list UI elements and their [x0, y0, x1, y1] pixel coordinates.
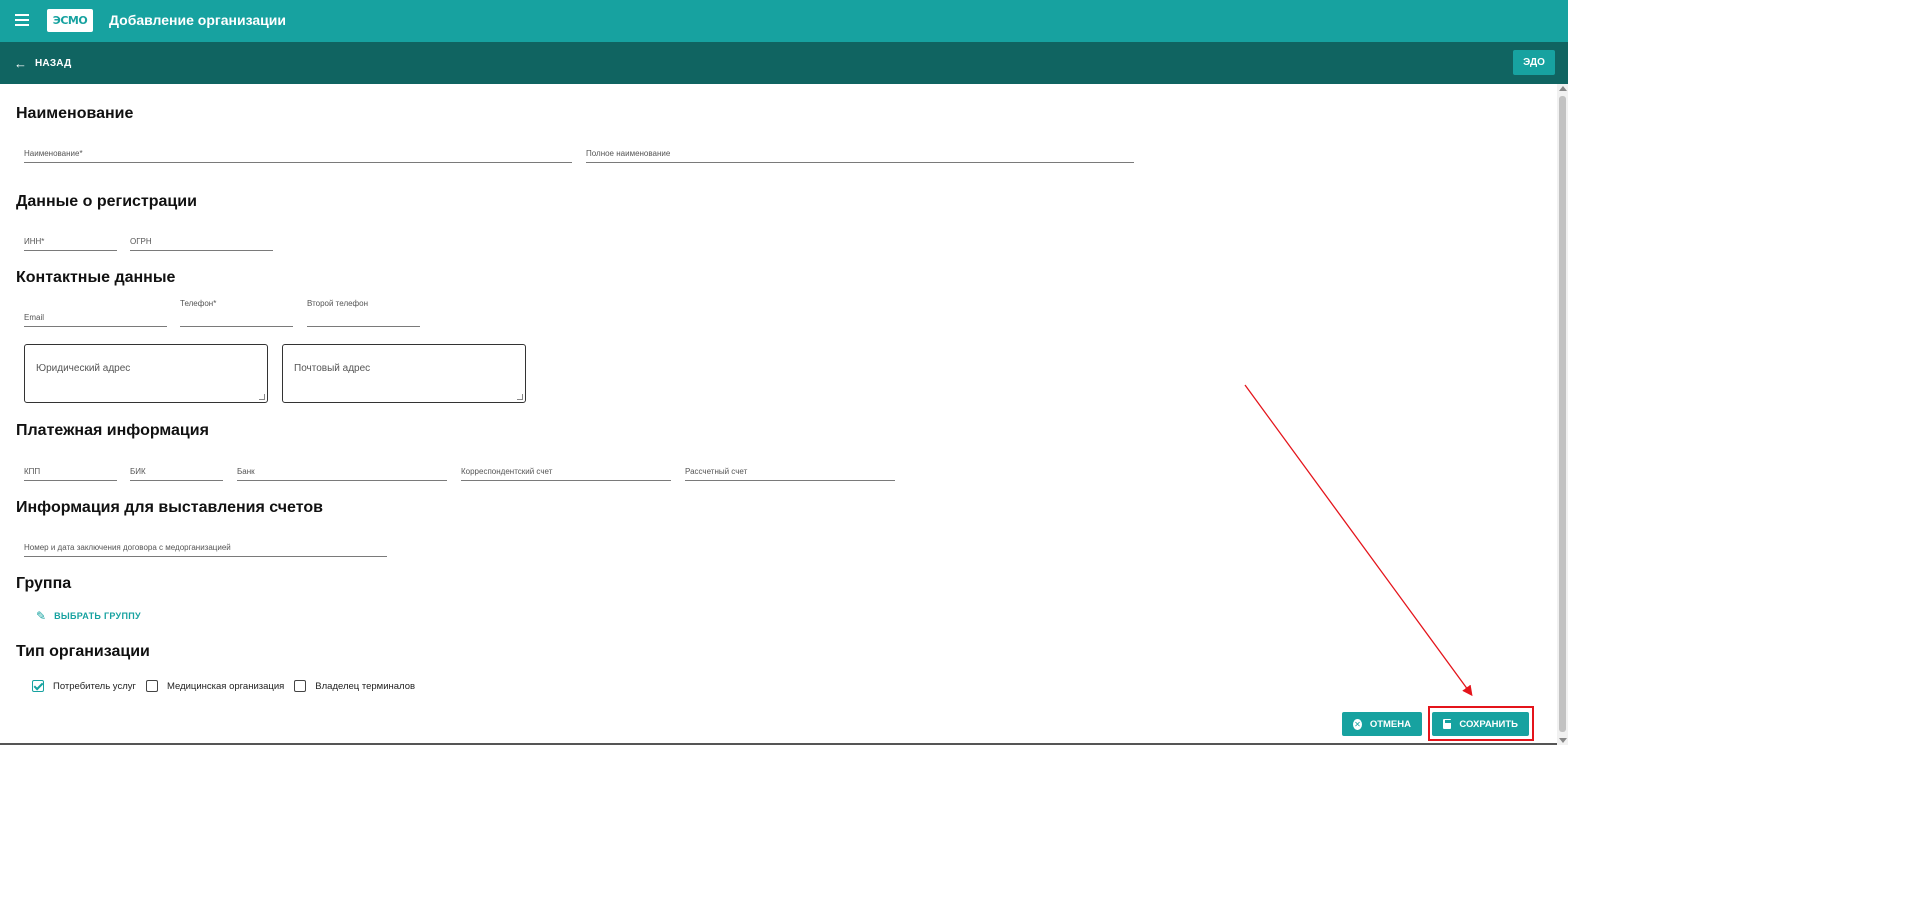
menu-icon[interactable]	[15, 14, 29, 26]
org-type-checkboxes: Потребитель услуг Медицинская организаци…	[32, 680, 425, 692]
app-header: ЭСМО Добавление организации	[0, 0, 1568, 42]
bik-field[interactable]: БИК	[130, 467, 223, 481]
checkbox-unchecked-icon[interactable]	[145, 680, 158, 692]
scroll-up-icon[interactable]	[1559, 86, 1567, 91]
full-name-field-placeholder: Полное наименование	[586, 149, 671, 158]
bank-field[interactable]: Банк	[237, 467, 447, 481]
phone2-field[interactable]	[307, 313, 420, 327]
postal-address-placeholder: Почтовый адрес	[294, 363, 371, 374]
annotation-highlight-box	[1428, 706, 1534, 741]
back-button[interactable]: ← НАЗАД	[14, 55, 71, 71]
kpp-field[interactable]: КПП	[24, 467, 117, 481]
scroll-thumb[interactable]	[1559, 96, 1566, 732]
name-field[interactable]: Наименование*	[24, 149, 572, 163]
cancel-circle-icon: ✕	[1353, 718, 1362, 730]
page-title: Добавление организации	[109, 12, 286, 28]
full-name-field[interactable]: Полное наименование	[586, 149, 1134, 163]
legal-address-placeholder: Юридический адрес	[36, 363, 131, 374]
edo-button[interactable]: ЭДО	[1513, 50, 1555, 75]
cancel-button[interactable]: ✕ ОТМЕНА	[1342, 712, 1422, 736]
bik-field-placeholder: БИК	[130, 467, 146, 476]
section-title-contacts: Контактные данные	[16, 269, 176, 286]
back-button-label: НАЗАД	[35, 57, 72, 69]
corr-account-field[interactable]: Корреспондентский счет	[461, 467, 671, 481]
vertical-scrollbar[interactable]	[1557, 84, 1568, 745]
logo-text: ЭСМО	[52, 14, 88, 27]
checkbox-terminal-owner[interactable]: Владелец терминалов	[294, 680, 415, 692]
contract-field-placeholder: Номер и дата заключения договора с медор…	[24, 543, 231, 552]
checkbox-medical-org[interactable]: Медицинская организация	[145, 680, 285, 692]
inn-field-placeholder: ИНН*	[24, 237, 45, 246]
postal-address-textarea[interactable]: Почтовый адрес	[282, 344, 526, 403]
arrow-left-icon: ←	[14, 55, 27, 71]
select-group-button[interactable]: ✎ ВЫБРАТЬ ГРУППУ	[36, 610, 141, 622]
checkbox-medical-org-label: Медицинская организация	[166, 680, 285, 692]
phone-field-label: Телефон*	[180, 299, 217, 308]
email-field-placeholder: Email	[24, 313, 45, 322]
checkbox-terminal-owner-label: Владелец терминалов	[315, 680, 416, 692]
settlement-account-field[interactable]: Рассчетный счет	[685, 467, 895, 481]
resize-grip-icon[interactable]	[259, 394, 265, 400]
legal-address-textarea[interactable]: Юридический адрес	[24, 344, 268, 403]
phone-field[interactable]	[180, 313, 293, 327]
section-title-registration: Данные о регистрации	[16, 193, 197, 210]
checkbox-consumer-label: Потребитель услуг	[53, 680, 136, 692]
phone2-field-label: Второй телефон	[307, 299, 369, 308]
section-title-name: Наименование	[16, 105, 134, 122]
bottom-border	[0, 743, 1557, 745]
pencil-icon: ✎	[36, 609, 47, 623]
sub-header: ← НАЗАД	[0, 42, 1568, 84]
cancel-button-label: ОТМЕНА	[1369, 718, 1411, 730]
email-field[interactable]: Email	[24, 313, 167, 327]
app-logo[interactable]: ЭСМО	[47, 9, 93, 32]
scroll-down-icon[interactable]	[1559, 738, 1567, 743]
select-group-label: ВЫБРАТЬ ГРУППУ	[54, 611, 141, 621]
ogrn-field-placeholder: ОГРН	[130, 237, 152, 246]
settlement-account-field-placeholder: Рассчетный счет	[685, 467, 748, 476]
checkbox-unchecked-icon[interactable]	[294, 680, 307, 692]
section-title-org-type: Тип организации	[16, 643, 150, 660]
section-title-group: Группа	[16, 575, 72, 592]
name-field-placeholder: Наименование*	[24, 149, 83, 158]
contract-field[interactable]: Номер и дата заключения договора с медор…	[24, 543, 387, 557]
ogrn-field[interactable]: ОГРН	[130, 237, 273, 251]
section-title-payment: Платежная информация	[16, 422, 209, 439]
corr-account-field-placeholder: Корреспондентский счет	[461, 467, 553, 476]
annotation-arrow-line	[1244, 384, 1473, 697]
section-title-invoicing: Информация для выставления счетов	[16, 499, 323, 516]
inn-field[interactable]: ИНН*	[24, 237, 117, 251]
resize-grip-icon[interactable]	[517, 394, 523, 400]
checkbox-consumer[interactable]: Потребитель услуг	[32, 680, 136, 692]
kpp-field-placeholder: КПП	[24, 467, 41, 476]
checkbox-checked-icon[interactable]	[32, 680, 44, 692]
bank-field-placeholder: Банк	[237, 467, 255, 476]
